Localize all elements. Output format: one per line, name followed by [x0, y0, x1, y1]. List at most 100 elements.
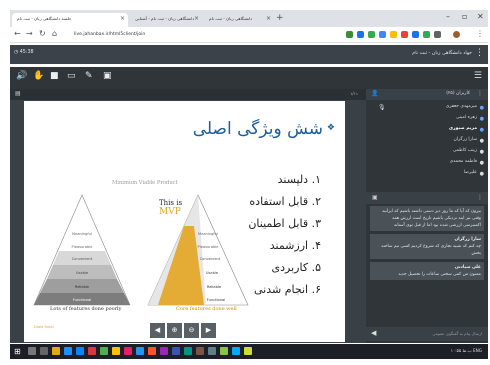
right-pyramid-caption: Core features done well	[176, 306, 237, 312]
zoom-in-icon[interactable]: ⊕	[167, 323, 182, 338]
app-icon[interactable]	[172, 347, 180, 355]
user-row[interactable]: ● فاطمه محمدی	[372, 159, 484, 170]
pen-icon[interactable]: ✎	[85, 71, 93, 81]
extension-icon[interactable]	[401, 31, 408, 38]
edge-icon[interactable]	[64, 347, 72, 355]
chat-message-text: بیرون که آیا که ما روز دیر دستی داشته با…	[382, 209, 481, 228]
title-bullet-icon: ❖	[326, 123, 335, 133]
user-row[interactable]: ● زهره امینی	[372, 115, 484, 126]
home-icon[interactable]: ⌂	[52, 29, 57, 38]
left-pyramid: Meaningful Pleasurable Convenient Usable…	[33, 194, 131, 306]
pyramid-level-label: Convenient	[72, 257, 93, 261]
app-icon[interactable]	[184, 347, 192, 355]
app-icon[interactable]	[148, 347, 156, 355]
chat-options-icon[interactable]: ⋮	[477, 194, 483, 201]
tab-title: دانشگاهی زبان - ثبت نام - آشنایی	[135, 16, 195, 21]
app-icon[interactable]	[220, 347, 228, 355]
close-window-button[interactable]: ✕	[477, 12, 484, 21]
chat-header: ▣ ⋮	[366, 192, 488, 204]
extension-icon[interactable]	[390, 31, 397, 38]
browser-menu-icon[interactable]: ⋮	[476, 29, 484, 38]
presentation-icon[interactable]: ▤	[15, 90, 21, 97]
hamburger-menu-icon[interactable]: ☰	[474, 71, 482, 81]
tab-close-icon[interactable]: ×	[120, 15, 125, 22]
extension-icon[interactable]	[379, 31, 386, 38]
task-view-icon[interactable]	[40, 347, 48, 355]
user-row[interactable]: ● زینب کاظمی	[372, 148, 484, 159]
chat-input[interactable]: ◀ ارسال پیام به گفتگوی عمومی	[366, 327, 488, 341]
list-item: ۱. دلپسند	[277, 173, 321, 186]
app-icon[interactable]	[100, 347, 108, 355]
microphone-icon: 🎙	[378, 104, 386, 111]
store-icon[interactable]	[76, 347, 84, 355]
extension-icon[interactable]	[368, 31, 375, 38]
app-icon[interactable]	[124, 347, 132, 355]
tab-close-icon[interactable]: ×	[194, 15, 199, 22]
user-row[interactable]: ● سارا زرگران	[372, 137, 484, 148]
video-icon[interactable]: ■	[50, 71, 59, 81]
presentation-bar: ▤ ۱/۱۱	[10, 89, 366, 100]
chat-author: علی سیادتی	[454, 265, 481, 270]
browser-tab[interactable]: دانشگاهی زبان - ثبت نام - آشنایی ×	[130, 13, 202, 27]
app-icon[interactable]	[160, 347, 168, 355]
user-icon: ●	[479, 116, 484, 122]
screen-share-icon[interactable]: ▭	[67, 71, 76, 81]
send-icon[interactable]: ◀	[371, 329, 376, 337]
users-icon[interactable]: 👤	[371, 90, 378, 97]
extension-icon[interactable]	[434, 31, 441, 38]
whiteboard-icon[interactable]: ▣	[103, 71, 112, 81]
user-name: میرمهدی جعفری	[445, 104, 477, 109]
extension-icon[interactable]	[423, 31, 430, 38]
maximize-button[interactable]: ▫	[462, 12, 467, 21]
forward-icon[interactable]: →	[26, 29, 33, 38]
extension-icon[interactable]	[412, 31, 419, 38]
back-icon[interactable]: ←	[14, 29, 21, 38]
timer-value: 45:38	[19, 50, 34, 55]
chat-panel: بیرون که آیا که ما روز دیر دستی داشته با…	[370, 206, 484, 326]
profile-avatar[interactable]	[453, 31, 460, 38]
session-timer: ◷ 45:38	[14, 50, 34, 55]
browser-tab[interactable]: دانشگاهی زبان - ثبت نام ×	[204, 13, 274, 27]
user-row[interactable]: ● علیرضا	[372, 170, 484, 181]
minimize-button[interactable]: –	[446, 12, 450, 21]
next-slide-icon[interactable]: ▶	[201, 323, 216, 338]
zoom-out-icon[interactable]: ⊖	[184, 323, 199, 338]
user-row[interactable]: ● مریم صبوری	[372, 126, 484, 137]
settings-icon[interactable]: ⋮	[477, 90, 483, 97]
tab-title: جلسه دانشگاهی زبان - ثبت نام	[17, 16, 72, 21]
app-header: ◷ 45:38 جهاد دانشگاهی زبان - ثبت نام ⋮	[10, 45, 488, 64]
slide: ❖ شش ویژگی اصلی Minimum Viable Product M…	[24, 101, 345, 342]
file-explorer-icon[interactable]	[52, 347, 60, 355]
chat-icon[interactable]: ▣	[372, 194, 378, 201]
extension-icon[interactable]	[346, 31, 353, 38]
app-icon[interactable]	[208, 347, 216, 355]
slide-title: شش ویژگی اصلی	[192, 119, 323, 139]
user-icon: ●	[479, 171, 484, 177]
extension-icon[interactable]	[357, 31, 364, 38]
chat-author: سارا زرگران	[454, 237, 481, 242]
search-icon[interactable]	[28, 347, 36, 355]
windows-start-icon[interactable]: ⊞	[14, 347, 21, 356]
url-input[interactable]: live.jahanbax.ir/html5client/join	[70, 30, 322, 40]
user-row[interactable]: 🎙 ● میرمهدی جعفری	[372, 104, 484, 115]
chat-message: علی سیادتی ممنون من کمی سختی ساعات را تح…	[370, 262, 484, 280]
left-pyramid-caption: Lots of features done poorly	[50, 306, 122, 312]
system-tray[interactable]: ۱۰:۵۵ ب.ظ ENG	[451, 348, 482, 353]
new-tab-button[interactable]: +	[276, 13, 284, 23]
chrome-icon[interactable]	[112, 347, 120, 355]
browser-tab-active[interactable]: جلسه دانشگاهی زبان - ثبت نام ×	[12, 13, 128, 27]
app-icon[interactable]	[196, 347, 204, 355]
audio-icon[interactable]: 🔊	[16, 71, 27, 81]
app-icon[interactable]	[232, 347, 240, 355]
list-item: ۲. قابل استفاده	[249, 195, 321, 208]
hand-icon[interactable]: ✋	[33, 71, 44, 81]
app-icon[interactable]	[244, 347, 252, 355]
prev-slide-icon[interactable]: ◀	[150, 323, 165, 338]
chat-message-text: چه کنم که شبیه تجاری که شروع کردیم کسی ت…	[381, 244, 481, 256]
tab-close-icon[interactable]: ×	[266, 15, 271, 22]
app-icon[interactable]	[136, 347, 144, 355]
reload-icon[interactable]: ↻	[39, 29, 46, 38]
kebab-icon[interactable]: ⋮	[475, 48, 484, 58]
app-icon[interactable]	[88, 347, 96, 355]
pyramid-level-label: Functional	[73, 298, 92, 302]
